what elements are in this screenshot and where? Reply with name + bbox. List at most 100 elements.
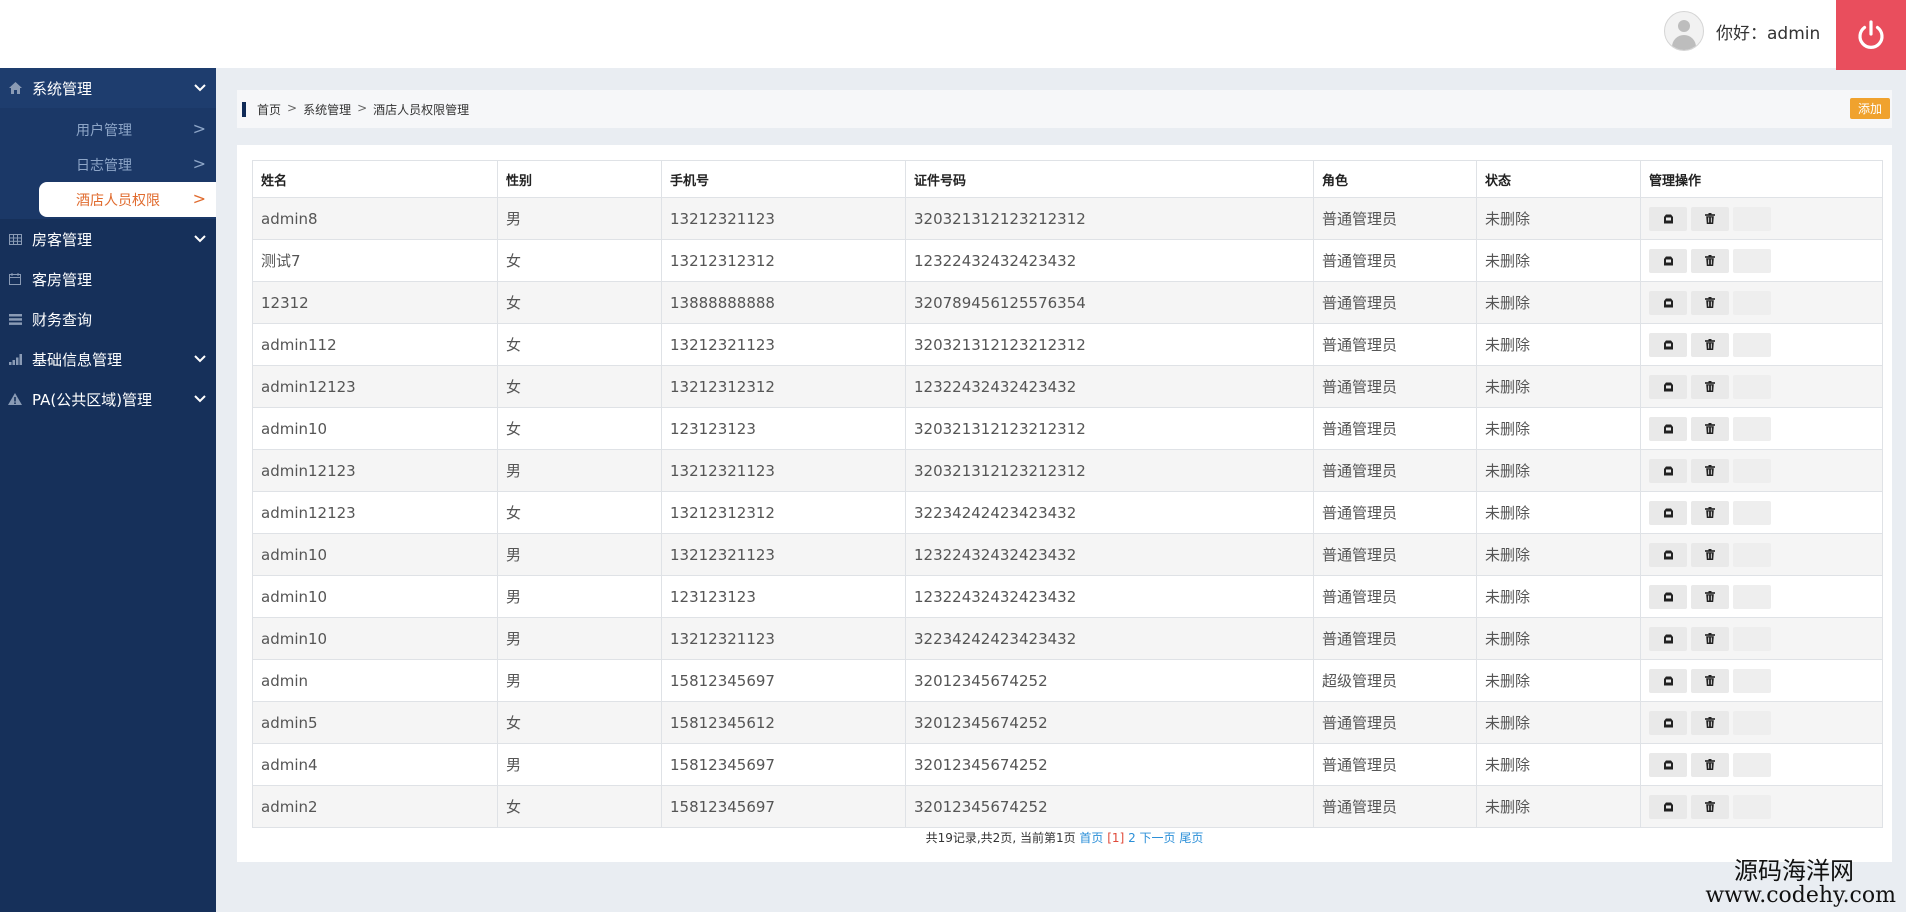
extra-action-button[interactable] <box>1733 374 1771 399</box>
page-2-link[interactable]: 2 <box>1128 831 1136 845</box>
cell-role: 普通管理员 <box>1313 617 1477 660</box>
cell-status: 未删除 <box>1476 575 1641 618</box>
extra-action-button[interactable] <box>1733 416 1771 441</box>
chevron-right-icon: > <box>192 119 206 138</box>
cell-status: 未删除 <box>1476 491 1641 534</box>
user-info[interactable]: 你好：admin <box>1664 8 1820 54</box>
next-page-link[interactable]: 下一页 <box>1140 831 1176 845</box>
delete-button[interactable] <box>1691 374 1729 399</box>
extra-action-button[interactable] <box>1733 626 1771 651</box>
extra-action-button[interactable] <box>1733 752 1771 777</box>
cell-role: 普通管理员 <box>1313 281 1477 324</box>
extra-action-button[interactable] <box>1733 794 1771 819</box>
delete-button[interactable] <box>1691 416 1729 441</box>
delete-button[interactable] <box>1691 542 1729 567</box>
cell-role: 普通管理员 <box>1313 743 1477 786</box>
delete-button[interactable] <box>1691 626 1729 651</box>
edit-button[interactable] <box>1649 626 1687 651</box>
cell-name: 测试7 <box>252 239 498 282</box>
cell-id-number: 12322432432423432 <box>905 365 1314 408</box>
sidebar-subitem-users[interactable]: 用户管理 > <box>0 112 216 147</box>
edit-button[interactable] <box>1649 206 1687 231</box>
edit-button[interactable] <box>1649 500 1687 525</box>
delete-button[interactable] <box>1691 500 1729 525</box>
edit-button[interactable] <box>1649 542 1687 567</box>
cell-phone: 13212321123 <box>661 617 906 660</box>
edit-button[interactable] <box>1649 374 1687 399</box>
extra-action-button[interactable] <box>1733 710 1771 735</box>
edit-button[interactable] <box>1649 668 1687 693</box>
edit-button[interactable] <box>1649 458 1687 483</box>
edit-button[interactable] <box>1649 416 1687 441</box>
calendar-icon <box>8 272 22 286</box>
breadcrumb-separator: > <box>287 101 298 115</box>
sidebar-item-finance[interactable]: 财务查询 <box>0 299 216 339</box>
extra-action-button[interactable] <box>1733 458 1771 483</box>
delete-button[interactable] <box>1691 584 1729 609</box>
sidebar-subitem-logs[interactable]: 日志管理 > <box>0 147 216 182</box>
sidebar-subitem-hotel-staff-permissions[interactable]: 酒店人员权限 > <box>39 182 216 217</box>
edit-icon <box>1663 378 1674 396</box>
breadcrumb-home[interactable]: 首页 <box>257 101 281 118</box>
row-actions <box>1649 542 1882 567</box>
breadcrumb-system[interactable]: 系统管理 <box>303 101 351 118</box>
table-body: admin8 男 13212321123 320321312123212312 普通管理… <box>252 197 1883 828</box>
staff-table: 姓名 性别 手机号 证件号码 角色 状态 管理操作 admin8 男 1321232… <box>252 160 1883 828</box>
table-row: admin12123 女 13212312312 12322432432423432 普… <box>252 365 1883 408</box>
table-row: 测试7 女 13212312312 12322432432423432 普通管理员 未删除 <box>252 239 1883 282</box>
cell-phone: 13212321123 <box>661 533 906 576</box>
sidebar-item-guests[interactable]: 房客管理 <box>0 219 216 259</box>
table-row: admin8 男 13212321123 320321312123212312 普通管理… <box>252 197 1883 240</box>
edit-button[interactable] <box>1649 752 1687 777</box>
avatar[interactable] <box>1664 11 1704 51</box>
cell-status: 未删除 <box>1476 281 1641 324</box>
edit-button[interactable] <box>1649 290 1687 315</box>
current-page: [1] <box>1107 831 1125 845</box>
column-header-gender: 性别 <box>497 160 662 198</box>
cell-status: 未删除 <box>1476 449 1641 492</box>
delete-button[interactable] <box>1691 290 1729 315</box>
last-page-link[interactable]: 尾页 <box>1179 831 1203 845</box>
extra-action-button[interactable] <box>1733 248 1771 273</box>
cell-actions <box>1640 281 1883 324</box>
delete-button[interactable] <box>1691 248 1729 273</box>
delete-button[interactable] <box>1691 752 1729 777</box>
edit-button[interactable] <box>1649 794 1687 819</box>
delete-button[interactable] <box>1691 332 1729 357</box>
trash-icon <box>1705 378 1715 396</box>
sidebar-item-public-area[interactable]: PA(公共区域)管理 <box>0 379 216 419</box>
edit-button[interactable] <box>1649 710 1687 735</box>
delete-button[interactable] <box>1691 794 1729 819</box>
sidebar-item-label: 房客管理 <box>32 230 93 249</box>
add-button[interactable]: 添加 <box>1850 98 1890 119</box>
edit-button[interactable] <box>1649 584 1687 609</box>
extra-action-button[interactable] <box>1733 500 1771 525</box>
edit-button[interactable] <box>1649 332 1687 357</box>
first-page-link[interactable]: 首页 <box>1079 831 1103 845</box>
sidebar-item-basic-info[interactable]: 基础信息管理 <box>0 339 216 379</box>
delete-button[interactable] <box>1691 458 1729 483</box>
extra-action-button[interactable] <box>1733 290 1771 315</box>
cell-id-number: 320789456125576354 <box>905 281 1314 324</box>
logout-button[interactable] <box>1836 0 1906 70</box>
delete-button[interactable] <box>1691 206 1729 231</box>
extra-action-button[interactable] <box>1733 542 1771 567</box>
extra-action-button[interactable] <box>1733 668 1771 693</box>
sidebar-item-system[interactable]: 系统管理 <box>0 68 216 108</box>
sidebar-item-rooms[interactable]: 客房管理 <box>0 259 216 299</box>
cell-gender: 女 <box>497 491 662 534</box>
cell-status: 未删除 <box>1476 239 1641 282</box>
pagination-summary: 共19记录,共2页, 当前第1页 <box>925 831 1076 845</box>
extra-action-button[interactable] <box>1733 206 1771 231</box>
delete-button[interactable] <box>1691 710 1729 735</box>
row-actions <box>1649 752 1882 777</box>
extra-action-button[interactable] <box>1733 584 1771 609</box>
cell-phone: 13212321123 <box>661 449 906 492</box>
trash-icon <box>1705 294 1715 312</box>
delete-button[interactable] <box>1691 668 1729 693</box>
cell-actions <box>1640 617 1883 660</box>
edit-icon <box>1663 210 1674 228</box>
cell-phone: 15812345697 <box>661 785 906 828</box>
extra-action-button[interactable] <box>1733 332 1771 357</box>
edit-button[interactable] <box>1649 248 1687 273</box>
